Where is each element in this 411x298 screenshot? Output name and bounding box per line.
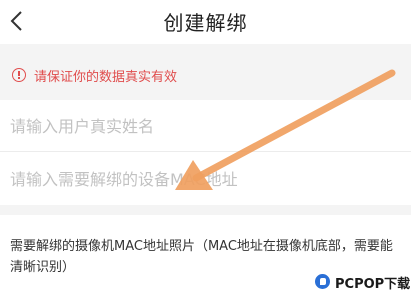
real-name-field	[0, 100, 411, 152]
header-bar: 创建解绑	[0, 0, 411, 44]
watermark-text: PCPOP下载	[335, 277, 411, 292]
pcpop-logo-icon	[313, 272, 332, 291]
mac-address-input[interactable]	[10, 153, 400, 205]
mac-address-field	[0, 153, 411, 205]
page-title: 创建解绑	[163, 11, 248, 35]
real-name-input[interactable]	[10, 100, 400, 152]
notice-text: 请保证你的数据真实有效	[34, 70, 178, 85]
watermark: PCPOP下载	[313, 270, 411, 294]
section-divider	[0, 205, 411, 215]
exclamation-circle-icon	[12, 68, 26, 82]
notice-banner: 请保证你的数据真实有效	[0, 44, 411, 106]
